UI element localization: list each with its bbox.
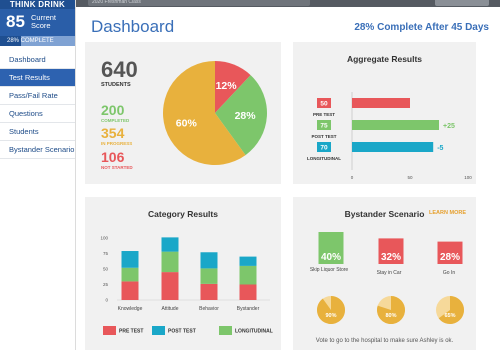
main-content: Dashboard 28% Complete After 45 Days 640…: [76, 7, 500, 350]
pie-slice-label: 12%: [216, 80, 238, 92]
aggregate-label-pre-test: PRE TEST: [313, 112, 335, 117]
category-bar-behavior-pre-test: [200, 283, 218, 300]
category-ytick-50: 50: [103, 267, 109, 272]
category-ytick-25: 25: [103, 282, 109, 287]
category-results-panel: Category Results 100 75 50 25 0 Knowledge Atti…: [85, 197, 281, 350]
completion-progress-text: 28% COMPLETE: [7, 38, 54, 44]
pie-slice-label: 28%: [235, 110, 257, 122]
sidebar-item-pass-fail-rate[interactable]: Pass/Fail Rate: [0, 87, 75, 105]
aggregate-delta-post-test: +25: [443, 123, 455, 130]
completion-progress-bar: 28% COMPLETE: [0, 36, 75, 46]
category-label-behavior: Behavior: [199, 306, 219, 312]
page-title: Dashboard: [91, 17, 175, 36]
legend-label-post-test: POST TEST: [168, 329, 196, 335]
sidebar-item-bystander-scenario[interactable]: Bystander Scenario: [0, 141, 75, 159]
overview-panel: 640 STUDENTS 200 COMPLETED 354 IN PROGRE…: [85, 42, 281, 184]
hospital-pie-label: 90%: [325, 313, 336, 319]
category-bar-behavior-longitudinal: [200, 268, 218, 284]
aggregate-delta-longitudinal: -5: [437, 145, 443, 152]
category-bar-bystander-longitudinal: [239, 265, 257, 285]
aggregate-bar-longitudinal: [352, 142, 434, 152]
category-bar-knowledge-post-test: [121, 251, 139, 268]
category-bar-bystander-pre-test: [239, 284, 257, 300]
category-label-attitude: Attitude: [162, 306, 179, 312]
sidebar-item-questions[interactable]: Questions: [0, 105, 75, 123]
completion-status: 28% Complete After 45 Days: [354, 22, 489, 33]
aggregate-value-pre-test: 50: [320, 101, 328, 108]
category-results-chart: 100 75 50 25 0 Knowledge Attitude Behavior Bysta…: [100, 236, 273, 335]
class-selector-input[interactable]: 2020 Freshman Class: [88, 0, 310, 6]
bystander-bar-value-stay-in-car: 32%: [381, 252, 401, 263]
category-bar-attitude-post-test: [161, 237, 179, 252]
legend-label-longitudinal: LONGITUDINAL: [235, 329, 273, 335]
category-ytick-75: 75: [103, 251, 109, 256]
bystander-scenario-chart: 40% 32% 28% 90% 80% 65%: [317, 232, 464, 324]
bystander-caption: Vote to go to the hospital to make sure …: [315, 338, 454, 344]
aggregate-bar-pre-test: [352, 98, 410, 108]
bystander-bar-value-go-in: 28%: [440, 252, 460, 263]
sidebar: THINK DRINK 85 Current Score 28% COMPLET…: [0, 0, 76, 350]
aggregate-value-longitudinal: 70: [320, 145, 328, 152]
bystander-bar-value-skip-liquor-store: 40%: [321, 252, 341, 263]
hospital-pie-label: 80%: [385, 313, 396, 319]
category-bar-knowledge-longitudinal: [121, 267, 139, 282]
category-ytick-100: 100: [100, 236, 108, 241]
sidebar-item-dashboard[interactable]: Dashboard: [0, 51, 75, 69]
category-bar-attitude-longitudinal: [161, 251, 179, 273]
aggregate-results-panel: Aggregate Results 50 PRE TEST 75 POST TEST +…: [293, 42, 476, 184]
completion-pie-chart: 12% 28% 60%: [163, 61, 267, 165]
aggregate-label-post-test: POST TEST: [311, 134, 336, 139]
legend-swatch-pre-test: [103, 326, 116, 335]
score-box: 85 Current Score: [0, 9, 75, 36]
bystander-scenario-panel: Bystander Scenario LEARN MORE Skip Liquo…: [293, 197, 476, 350]
legend-swatch-longitudinal: [219, 326, 232, 335]
aggregate-tick-50: 50: [407, 175, 413, 180]
hospital-pie-slice-90: [317, 296, 345, 324]
pie-slice-label: 60%: [176, 117, 198, 129]
aggregate-value-post-test: 75: [320, 123, 328, 130]
brand-logo: THINK DRINK: [0, 0, 75, 9]
aggregate-label-longitudinal: LONGITUDINAL: [307, 156, 341, 161]
aggregate-results-chart: 50 PRE TEST 75 POST TEST +25 70 LONGITUDINAL -5…: [307, 92, 472, 180]
category-bar-attitude-pre-test: [161, 272, 179, 300]
aggregate-tick-100: 100: [464, 175, 472, 180]
current-score-label: Current Score: [31, 13, 57, 30]
category-bar-bystander-post-test: [239, 256, 257, 266]
aggregate-tick-0: 0: [351, 175, 354, 180]
sidebar-item-students[interactable]: Students: [0, 123, 75, 141]
sidebar-item-test-results[interactable]: Test Results: [0, 69, 75, 87]
legend-swatch-post-test: [152, 326, 165, 335]
category-bar-behavior-post-test: [200, 252, 218, 269]
category-ytick-0: 0: [105, 298, 108, 303]
top-bar: 2020 Freshman Class: [76, 0, 500, 7]
current-score-value: 85: [6, 12, 25, 31]
category-label-knowledge: Knowledge: [118, 306, 143, 312]
legend-label-pre-test: PRE TEST: [119, 329, 143, 335]
hospital-pie-label: 65%: [444, 313, 455, 319]
category-label-bystander: Bystander: [237, 306, 260, 312]
aggregate-bar-post-test: [352, 120, 439, 130]
category-bar-knowledge-pre-test: [121, 281, 139, 300]
top-bar-button[interactable]: [435, 0, 489, 6]
